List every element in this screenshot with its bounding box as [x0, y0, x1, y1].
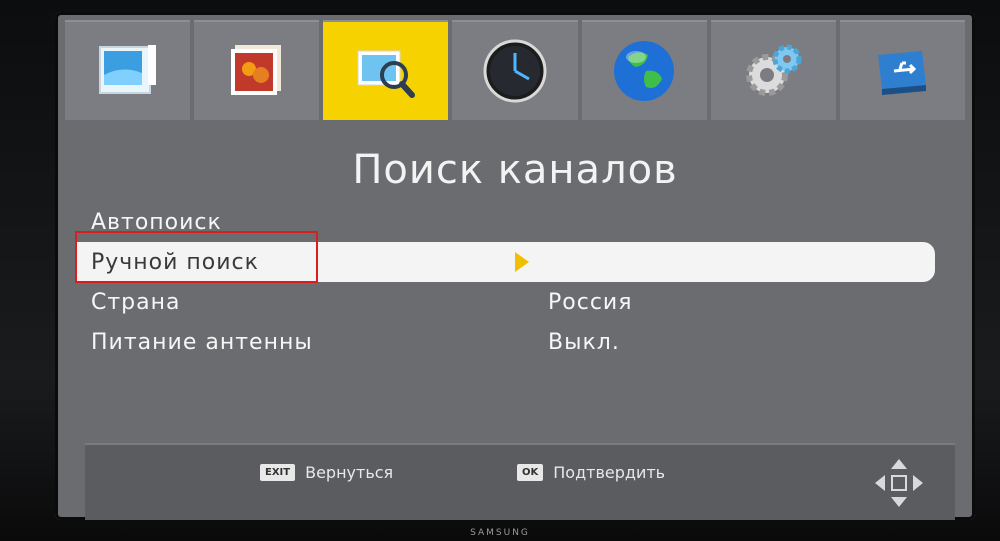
- channel-search-icon: [357, 50, 415, 98]
- tab-clock[interactable]: [452, 20, 578, 120]
- picture-frame-icon: [98, 45, 156, 94]
- tv-bezel: Поиск каналов Автопоиск Ручной поиск Стр…: [0, 0, 1000, 541]
- menu-item-auto-search[interactable]: Автопоиск: [85, 202, 935, 242]
- hint-back-label: Вернуться: [305, 463, 394, 482]
- footer-hints: EXIT Вернуться OK Подтвердить: [85, 443, 955, 520]
- exit-key: EXIT: [260, 464, 296, 481]
- ok-key: OK: [517, 464, 544, 481]
- tab-photos[interactable]: [194, 20, 320, 120]
- hint-confirm[interactable]: OK Подтвердить: [517, 463, 665, 482]
- usb-icon: [878, 51, 927, 95]
- menu-item-value: Выкл.: [548, 329, 620, 355]
- dpad-icon: [875, 459, 923, 507]
- tab-picture[interactable]: [65, 20, 191, 120]
- tab-channel-search[interactable]: [323, 20, 449, 120]
- clock-icon: [483, 39, 547, 103]
- tab-settings[interactable]: [710, 20, 836, 120]
- menu-tab-bar: [65, 20, 965, 120]
- menu-item-label: Ручной поиск: [91, 249, 259, 275]
- tab-usb[interactable]: [839, 20, 965, 120]
- menu-item-label: Питание антенны: [91, 329, 313, 355]
- globe-icon: [614, 41, 675, 101]
- menu-item-label: Страна: [91, 289, 181, 315]
- page-title: Поиск каналов: [352, 147, 678, 193]
- tv-screen: Поиск каналов Автопоиск Ручной поиск Стр…: [55, 12, 975, 520]
- channel-search-menu: Автопоиск Ручной поиск Страна Россия Пит…: [75, 202, 935, 362]
- gears-icon: [746, 44, 802, 96]
- menu-item-country[interactable]: Страна Россия: [85, 282, 935, 322]
- selection-arrow-icon: [515, 252, 529, 272]
- tv-brand-logo: SAMSUNG: [470, 528, 530, 538]
- photos-icon: [230, 45, 281, 95]
- tab-globe[interactable]: [581, 20, 707, 120]
- menu-item-antenna-power[interactable]: Питание антенны Выкл.: [85, 322, 935, 362]
- hint-confirm-label: Подтвердить: [553, 463, 666, 482]
- hint-back[interactable]: EXIT Вернуться: [260, 463, 393, 482]
- menu-item-label: Автопоиск: [91, 209, 222, 235]
- menu-item-manual-search[interactable]: Ручной поиск: [75, 242, 935, 282]
- menu-item-value: Россия: [548, 289, 633, 315]
